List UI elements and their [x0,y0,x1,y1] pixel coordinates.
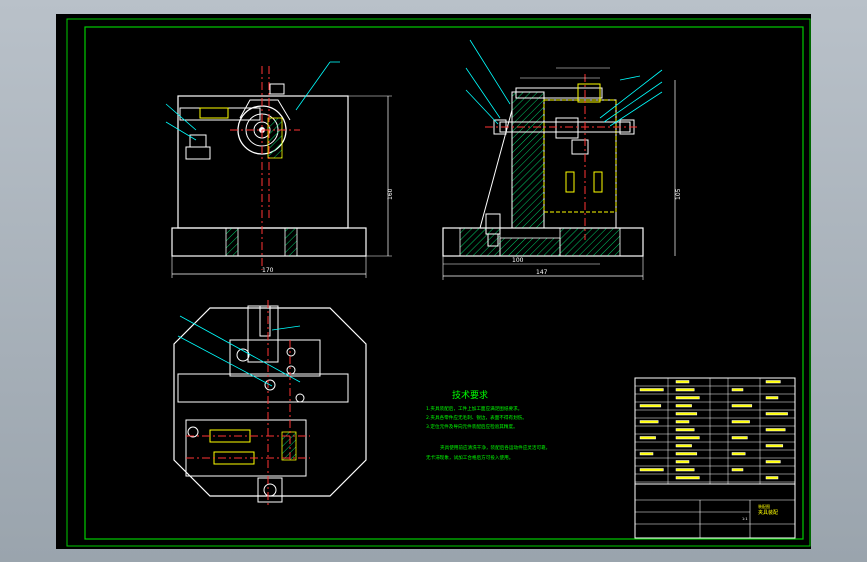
bom-cell-text [639,388,664,392]
bom-cell-text [639,420,659,424]
bom-cell-text [765,396,779,400]
drawing-type: 装配图 [758,503,770,509]
bom-cell-text [675,388,695,392]
bom-cell-text [731,436,748,440]
bom-cell-text [765,428,786,432]
side-width-bottom-dim: 147 [536,269,548,276]
drawing-scale: 1:1 [742,517,748,521]
bom-cell-text [731,420,750,424]
bom-cell-text [675,476,700,480]
note-line-5: 无卡滞现象，试加工合格后方可投入使用。 [426,454,513,461]
bom-cell-text [731,452,746,456]
bom-cell-text [765,412,788,416]
notes-title: 技术要求 [452,389,488,401]
bom-cell-text [675,444,692,448]
note-line-3: 3.定位元件及导向元件装配后应检验其精度。 [426,423,518,430]
bom-cell-text [639,436,656,440]
side-width-top-dim: 100 [512,257,524,264]
bom-cell-text [765,476,779,480]
cad-viewport: 160 170 147 100 105 技术要求 1.夹具装配后，工件上加工面应… [0,0,867,562]
bom-cell-text [675,460,690,464]
note-line-2: 2.夹具各零件应无毛刺、锐边，表面不得有划伤。 [426,414,527,421]
front-height-dim: 160 [387,188,394,200]
note-line-1: 1.夹具装配后，工件上加工面应满足图纸要求。 [426,405,522,412]
bom-cell-text [765,380,781,384]
bom-cell-text [675,468,695,472]
bom-cell-text [639,404,662,408]
front-width-dim: 170 [262,267,274,274]
bom-cell-text [675,396,700,400]
bom-cell-text [639,468,664,472]
side-upright [511,91,545,229]
note-line-4: 夹具使用前应清洗干净，装配后各运动件应灵活可靠， [440,444,550,451]
bom-cell-text [765,444,784,448]
bom-cell-text [765,460,781,464]
drawing-sheet [56,14,811,549]
bom-cell-text [731,468,744,472]
bom-cell-text [675,436,700,440]
side-height-dim: 105 [675,188,682,200]
bom-cell-text [731,404,753,408]
bom-cell-text [675,404,692,408]
drawing-name: 夹具装配 [758,509,778,516]
bom-cell-text [675,452,698,456]
bom-cell-text [731,388,744,392]
cad-drawing: 160 170 147 100 105 技术要求 1.夹具装配后，工件上加工面应… [56,14,811,549]
bom-cell-text [675,420,690,424]
bom-cell-text [639,452,654,456]
bom-cell-text [675,412,698,416]
bom-cell-text [675,428,695,432]
bom-cell-text [675,380,690,384]
